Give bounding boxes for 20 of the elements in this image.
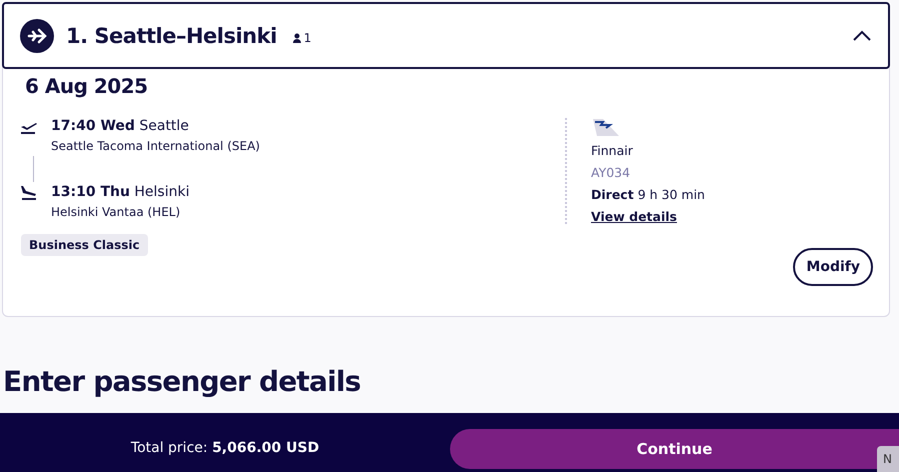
- airport-name: Seattle Tacoma International (SEA): [51, 139, 261, 153]
- tail-fin-icon: [591, 118, 619, 136]
- flight-title: 1. Seattle–Helsinki: [66, 24, 277, 48]
- passenger-count: 1: [304, 30, 312, 44]
- view-details-link[interactable]: View details: [591, 209, 705, 224]
- person-icon: [292, 32, 301, 42]
- airline-name: Finnair: [591, 143, 634, 158]
- segment-time: 17:40 Wed Seattle: [51, 118, 190, 134]
- flight-date: 6 Aug 2025: [25, 74, 149, 98]
- flight-number: AY034: [591, 165, 632, 180]
- total-price: Total price: 5,066.00 USD: [130, 438, 320, 456]
- corner-tab[interactable]: N: [877, 446, 899, 472]
- flight-header[interactable]: 1. Seattle–Helsinki 1: [2, 2, 890, 69]
- airport-name: Helsinki Vantaa (HEL): [51, 205, 182, 219]
- modify-button[interactable]: Modify: [793, 248, 873, 286]
- section-heading: Enter passenger details: [3, 365, 362, 398]
- segment-time: 13:10 Thu Helsinki: [51, 184, 190, 200]
- cabin-class-tag: Business Classic: [21, 234, 148, 256]
- landing-icon: [19, 184, 39, 200]
- flight-duration: Direct 9 h 30 min: [591, 187, 705, 202]
